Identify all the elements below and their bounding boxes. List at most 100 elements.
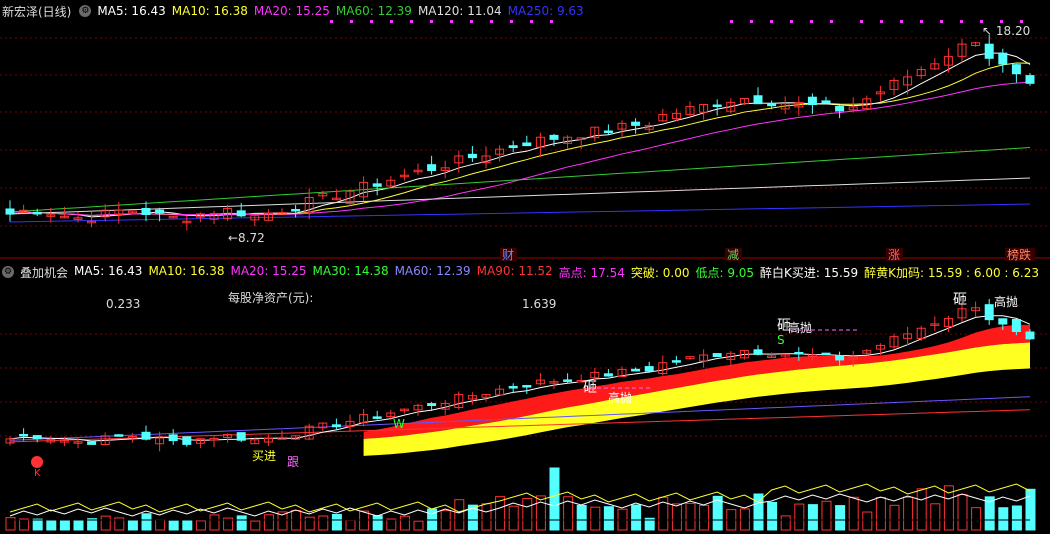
bottom-candle bbox=[522, 385, 532, 388]
volume-bar bbox=[1011, 505, 1022, 531]
volume-bar bbox=[399, 515, 410, 531]
bottom-candle bbox=[794, 351, 804, 355]
low-price-label: ←8.72 bbox=[228, 231, 265, 245]
volume-bar bbox=[930, 503, 941, 531]
volume-bar bbox=[413, 520, 424, 531]
volume-bar bbox=[331, 513, 342, 531]
volume-bar bbox=[32, 518, 43, 531]
bottom-candle bbox=[644, 366, 654, 372]
bottom-candle bbox=[671, 360, 681, 363]
high-throw-signal-3: 高抛 bbox=[994, 294, 1018, 309]
volume-bar bbox=[263, 514, 274, 531]
marker-dot bbox=[790, 20, 793, 23]
follow-signal: 跟 bbox=[287, 455, 299, 469]
bottom-candle bbox=[114, 434, 124, 437]
bottom-candle bbox=[835, 355, 845, 361]
top-candle bbox=[603, 130, 613, 133]
s-signal: S bbox=[777, 333, 785, 347]
volume-bar bbox=[971, 507, 982, 531]
top-candle bbox=[753, 95, 763, 105]
volume-bar bbox=[998, 507, 1009, 531]
yellow-band bbox=[363, 342, 1031, 456]
bottom-candle bbox=[508, 386, 518, 389]
marker-dot bbox=[530, 20, 533, 23]
top-candle bbox=[821, 100, 831, 104]
marker-dot bbox=[510, 20, 513, 23]
high-throw-signal: 高抛 bbox=[608, 390, 632, 405]
volume-bar bbox=[127, 520, 138, 531]
volume-bar bbox=[631, 504, 642, 531]
marker-dot bbox=[730, 20, 733, 23]
marker-dot bbox=[330, 20, 333, 23]
volume-bar bbox=[182, 519, 193, 531]
volume-bar bbox=[372, 515, 383, 531]
volume-bar bbox=[739, 508, 750, 531]
event-tag: 财 bbox=[502, 248, 514, 262]
volume-bar bbox=[59, 519, 70, 531]
top-candle bbox=[767, 102, 777, 107]
volume-bar bbox=[359, 510, 370, 531]
w-signal: W bbox=[393, 417, 405, 431]
volume-bar bbox=[903, 496, 914, 531]
ma10-line bbox=[9, 62, 1031, 217]
volume-bar bbox=[889, 504, 900, 531]
chart-canvas: ↖ 18.20←8.72财减涨榜跌买进 跟W砸高抛砸高抛S砸 高抛K bbox=[0, 20, 1050, 531]
marker-dot bbox=[810, 20, 813, 23]
top-candle bbox=[291, 208, 301, 212]
marker-dot bbox=[860, 20, 863, 23]
top-candle bbox=[984, 43, 994, 59]
volume-bar bbox=[685, 502, 696, 531]
marker-dot bbox=[750, 20, 753, 23]
volume-bar bbox=[19, 518, 30, 531]
marker-dot bbox=[410, 20, 413, 23]
volume-bar bbox=[508, 505, 519, 531]
volume-bar bbox=[549, 467, 560, 531]
top-candle bbox=[141, 208, 151, 216]
volume-bar bbox=[671, 503, 682, 531]
bottom-candle bbox=[141, 431, 151, 440]
volume-bar bbox=[780, 515, 791, 531]
event-tag: 榜跌 bbox=[1007, 247, 1031, 262]
marker-dot bbox=[490, 20, 493, 23]
marker-dot bbox=[1020, 20, 1023, 23]
volume-bar bbox=[807, 504, 818, 531]
top-candle bbox=[712, 104, 722, 107]
volume-bar bbox=[209, 514, 220, 531]
top-candle bbox=[998, 52, 1008, 65]
volume-bar bbox=[168, 520, 179, 531]
ma120-line bbox=[9, 177, 1031, 215]
volume-bar bbox=[603, 506, 614, 531]
volume-bar bbox=[916, 488, 927, 531]
volume-bar bbox=[848, 496, 859, 531]
volume-bar bbox=[304, 516, 315, 531]
bottom-candle bbox=[19, 434, 29, 437]
bottom-candle bbox=[998, 318, 1008, 325]
top-candle bbox=[807, 96, 817, 106]
bottom-candle bbox=[168, 434, 178, 442]
bottom-candle bbox=[603, 373, 613, 377]
marker-dot bbox=[770, 20, 773, 23]
event-tag: 涨 bbox=[888, 247, 900, 262]
volume-bar bbox=[155, 519, 166, 531]
bottom-candle bbox=[372, 416, 382, 419]
volume-bar bbox=[481, 503, 492, 531]
volume-bar bbox=[875, 496, 886, 531]
marker-dot bbox=[830, 20, 833, 23]
volume-bar bbox=[386, 518, 397, 531]
top-candle bbox=[467, 153, 477, 159]
top-candle bbox=[835, 106, 845, 112]
high-throw-signal-2: 高抛 bbox=[788, 320, 812, 335]
marker-dot bbox=[960, 20, 963, 23]
k-signal: K bbox=[34, 468, 41, 479]
volume-bar bbox=[250, 520, 261, 531]
bottom-candle bbox=[87, 441, 97, 445]
volume-bar bbox=[1025, 488, 1036, 531]
marker-dot bbox=[940, 20, 943, 23]
volume-bar bbox=[767, 501, 778, 531]
bottom-candle bbox=[984, 304, 994, 321]
bottom-candle bbox=[182, 436, 192, 445]
marker-dot bbox=[450, 20, 453, 23]
top-candle bbox=[522, 142, 532, 147]
top-candle bbox=[155, 209, 165, 214]
marker-dot bbox=[390, 20, 393, 23]
